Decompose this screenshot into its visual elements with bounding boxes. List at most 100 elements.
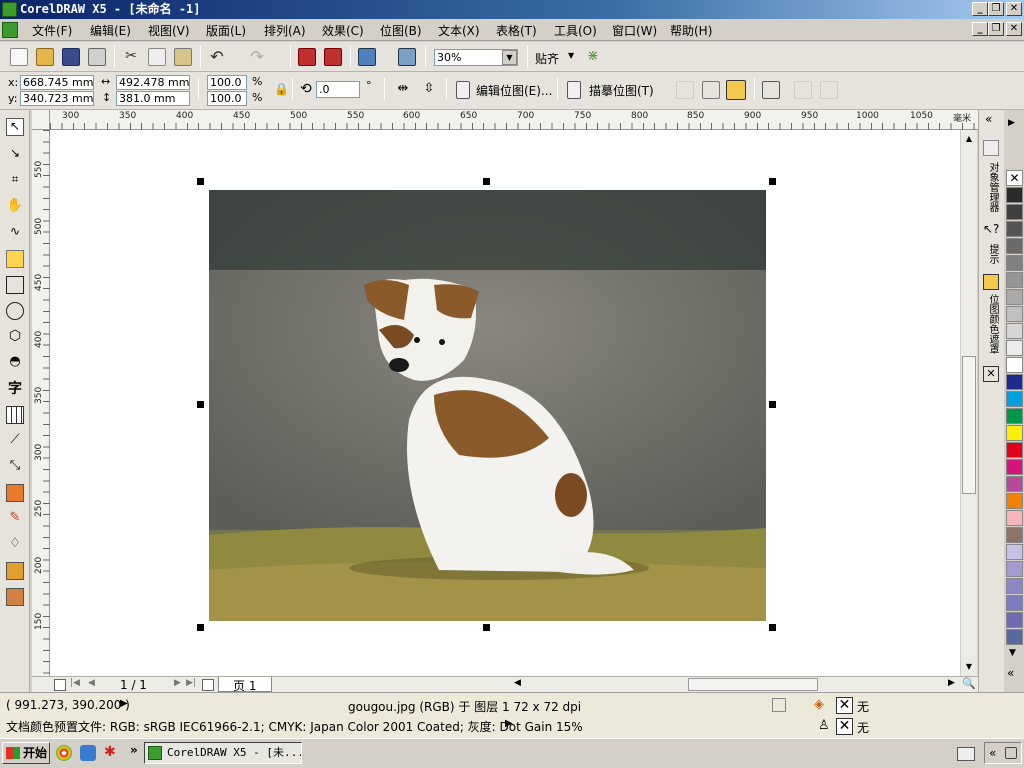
- minimize-button[interactable]: _: [972, 2, 988, 16]
- restore-button[interactable]: ❐: [988, 2, 1004, 16]
- selection-handle-bottom-right[interactable]: [769, 624, 776, 631]
- docker-tab-bitmap-color-mask[interactable]: 位图颜色遮罩: [985, 294, 1000, 354]
- edit-bitmap-button[interactable]: 编辑位图(E)...: [476, 82, 552, 99]
- color-swatch[interactable]: [1006, 578, 1023, 594]
- interactive-fill-tool-icon[interactable]: [6, 588, 24, 606]
- fill-tool-icon[interactable]: [6, 562, 24, 580]
- width-field[interactable]: 492.478 mm: [116, 75, 190, 90]
- color-swatch[interactable]: [1006, 442, 1023, 458]
- open-folder-icon[interactable]: [36, 48, 54, 66]
- selection-handle-bottom[interactable]: [483, 624, 490, 631]
- color-swatch[interactable]: [1006, 629, 1023, 645]
- blend-tool-icon[interactable]: [6, 484, 24, 502]
- bitmap-color-mask-icon[interactable]: [726, 80, 746, 100]
- undo-icon[interactable]: ↶: [208, 47, 226, 66]
- ellipse-tool-icon[interactable]: [6, 302, 24, 320]
- doc-minimize-button[interactable]: _: [972, 22, 988, 36]
- previous-page-icon[interactable]: ◀: [88, 678, 95, 688]
- keyboard-icon[interactable]: [957, 747, 975, 761]
- pan-tool-icon[interactable]: ✋: [6, 198, 24, 216]
- docker-close-icon[interactable]: ✕: [983, 366, 999, 382]
- mirror-horizontal-icon[interactable]: ⇹: [394, 81, 412, 99]
- application-launcher-icon[interactable]: [358, 48, 376, 66]
- chrome-icon[interactable]: [56, 745, 72, 761]
- pick-tool-icon[interactable]: ↖: [6, 118, 24, 136]
- welcome-screen-icon[interactable]: [398, 48, 416, 66]
- scroll-right-icon[interactable]: ▶: [948, 678, 955, 688]
- snap-dropdown-arrow-icon[interactable]: ▼: [568, 51, 574, 60]
- height-field[interactable]: 381.0 mm: [116, 91, 190, 106]
- menu-effects[interactable]: 效果(C): [322, 22, 364, 39]
- text-tool-icon[interactable]: 字: [6, 378, 24, 397]
- paste-icon[interactable]: [174, 48, 192, 66]
- palette-expand-icon[interactable]: «: [1007, 666, 1014, 680]
- first-page-icon[interactable]: |◀: [70, 678, 80, 688]
- zoom-navigator-icon[interactable]: 🔍: [962, 677, 976, 690]
- new-document-icon[interactable]: [10, 48, 28, 66]
- menu-file[interactable]: 文件(F): [32, 22, 72, 39]
- crop-tool-icon[interactable]: ⌗: [6, 172, 24, 190]
- color-swatch[interactable]: [1006, 204, 1023, 220]
- close-button[interactable]: ✕: [1006, 2, 1022, 16]
- outline-none-swatch[interactable]: ✕: [836, 718, 853, 735]
- color-swatch[interactable]: [1006, 374, 1023, 390]
- ruler-origin[interactable]: [32, 110, 50, 130]
- color-swatch[interactable]: [1006, 425, 1023, 441]
- object-manager-icon[interactable]: [983, 140, 999, 156]
- selection-handle-top-right[interactable]: [769, 178, 776, 185]
- color-swatch[interactable]: [1006, 544, 1023, 560]
- menu-bitmaps[interactable]: 位图(B): [380, 22, 422, 39]
- color-swatch[interactable]: [1006, 408, 1023, 424]
- no-color-swatch[interactable]: ✕: [1006, 170, 1023, 186]
- menu-help[interactable]: 帮助(H): [670, 22, 712, 39]
- menu-arrange[interactable]: 排列(A): [264, 22, 306, 39]
- doc-close-button[interactable]: ✕: [1006, 22, 1022, 36]
- hints-icon[interactable]: ↖?: [983, 222, 999, 236]
- start-button[interactable]: 开始: [2, 742, 50, 764]
- add-page-after-icon[interactable]: [202, 679, 214, 691]
- color-swatch[interactable]: [1006, 561, 1023, 577]
- palette-scroll-down-icon[interactable]: ▼: [1009, 648, 1016, 658]
- cut-icon[interactable]: ✂: [122, 48, 140, 66]
- freehand-tool-icon[interactable]: ∿: [6, 224, 24, 242]
- color-profile-info[interactable]: 文档颜色预置文件: RGB: sRGB IEC61966-2.1; CMYK: …: [6, 718, 583, 735]
- coords-expand-icon[interactable]: ▶: [120, 698, 128, 709]
- vertical-scroll-thumb[interactable]: [962, 356, 976, 494]
- bitmap-color-mask-docker-icon[interactable]: [983, 274, 999, 290]
- mirror-vertical-icon[interactable]: ⇳: [420, 81, 438, 99]
- bitmap-puppy-image[interactable]: [209, 190, 766, 621]
- smart-fill-tool-icon[interactable]: [6, 250, 24, 268]
- pinned-app-icon[interactable]: ✱: [104, 744, 116, 760]
- snap-to-button[interactable]: 贴齐: [535, 50, 559, 67]
- color-swatch[interactable]: [1006, 493, 1023, 509]
- color-proof-icon[interactable]: [772, 698, 786, 712]
- docker-collapse-icon[interactable]: «: [985, 112, 992, 126]
- color-swatch[interactable]: [1006, 272, 1023, 288]
- scroll-left-icon[interactable]: ◀: [514, 678, 521, 688]
- options-icon[interactable]: ⋇: [584, 48, 602, 66]
- last-page-icon[interactable]: ▶|: [186, 678, 196, 688]
- scale-y-field[interactable]: 100.0: [207, 91, 247, 106]
- docker-tab-object-manager[interactable]: 对象管理器: [985, 162, 1000, 212]
- basic-shapes-tool-icon[interactable]: ◓: [6, 354, 24, 372]
- eyedropper-tool-icon[interactable]: ✎: [6, 510, 24, 528]
- x-position-field[interactable]: 668.745 mm: [20, 75, 94, 90]
- dimension-tool-icon[interactable]: ⟋: [6, 432, 24, 450]
- save-icon[interactable]: [62, 48, 80, 66]
- resample-icon[interactable]: [676, 81, 694, 99]
- menu-text[interactable]: 文本(X): [438, 22, 480, 39]
- tray-expand-icon[interactable]: «: [989, 746, 996, 760]
- import-icon[interactable]: [298, 48, 316, 66]
- selection-handle-right[interactable]: [769, 401, 776, 408]
- fill-none-swatch[interactable]: ✕: [836, 697, 853, 714]
- export-icon[interactable]: [324, 48, 342, 66]
- doc-restore-button[interactable]: ❐: [988, 22, 1004, 36]
- color-swatch[interactable]: [1006, 391, 1023, 407]
- color-swatch[interactable]: [1006, 323, 1023, 339]
- table-tool-icon[interactable]: [6, 406, 24, 424]
- polygon-tool-icon[interactable]: ⬡: [6, 328, 24, 346]
- scroll-up-icon[interactable]: ▲: [962, 132, 976, 146]
- color-swatch[interactable]: [1006, 510, 1023, 526]
- color-swatch[interactable]: [1006, 238, 1023, 254]
- trace-bitmap-button[interactable]: 描摹位图(T): [589, 82, 654, 99]
